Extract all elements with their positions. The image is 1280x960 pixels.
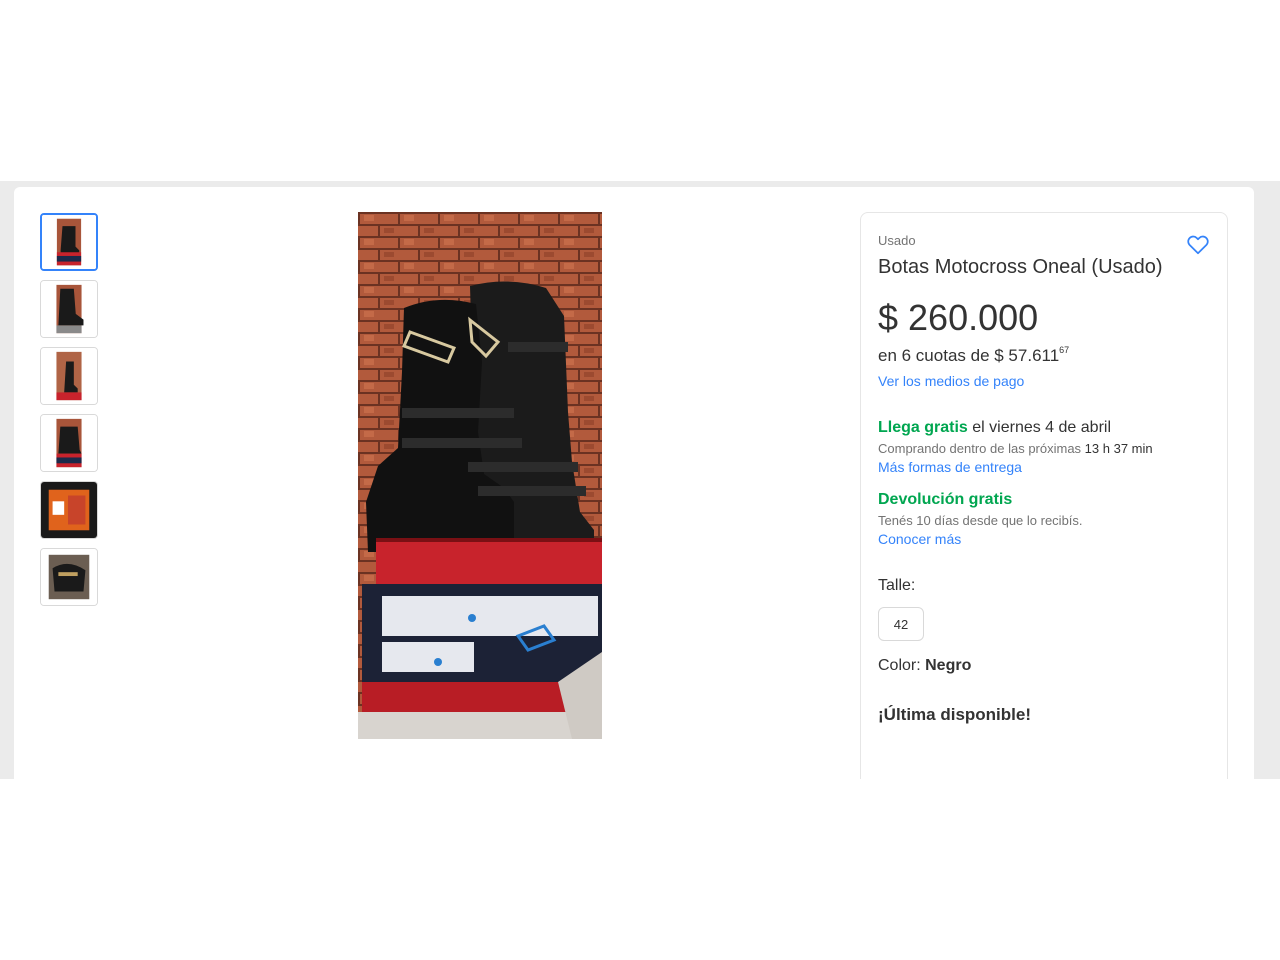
payment-methods-link[interactable]: Ver los medios de pago [878,373,1024,389]
thumbnail-2[interactable] [40,280,98,338]
heart-icon[interactable] [1185,231,1211,257]
product-card: Usado Botas Motocross Oneal (Usado) $ 26… [14,187,1254,779]
more-delivery-options-link[interactable]: Más formas de entrega [878,459,1022,475]
free-return-title: Devolución gratis [878,491,1013,508]
color-info: Color: Negro [878,657,1210,675]
product-info-panel: Usado Botas Motocross Oneal (Usado) $ 26… [860,212,1228,779]
main-product-image[interactable] [358,212,602,739]
thumbnail-5[interactable] [40,481,98,539]
installments-amount: en 6 cuotas de $ 57.611 [878,346,1060,365]
size-label: Talle: [878,577,916,594]
installments-info: en 6 cuotas de $ 57.61167 [878,339,1210,367]
countdown-prefix: Comprando dentro de las próximas [878,441,1085,456]
shipping-info: Llega gratis el viernes 4 de abril [878,417,1210,439]
condition-label: Usado [878,233,916,248]
size-option-button[interactable]: 42 [878,607,924,641]
installments-cents: 67 [1059,345,1070,355]
stock-message: ¡Última disponible! [878,705,1031,724]
product-price: $ 260.000 [878,297,1039,338]
thumbnail-3[interactable] [40,347,98,405]
thumbnail-1[interactable] [40,213,98,271]
free-return-label: Devolución gratis [878,489,1210,511]
color-label: Color: [878,657,926,674]
thumbnail-4[interactable] [40,414,98,472]
thumbnail-6[interactable] [40,548,98,606]
shipping-countdown: Comprando dentro de las próximas 13 h 37… [878,439,1210,459]
thumbnail-gallery [40,213,98,615]
free-shipping-label: Llega gratis [878,419,968,436]
color-value: Negro [925,657,972,674]
countdown-value: 13 h 37 min [1084,441,1153,456]
learn-more-link[interactable]: Conocer más [878,531,961,547]
return-detail: Tenés 10 días desde que lo recibís. [878,513,1083,528]
delivery-date: el viernes 4 de abril [967,419,1111,436]
product-title: Botas Motocross Oneal (Usado) [878,256,1163,278]
